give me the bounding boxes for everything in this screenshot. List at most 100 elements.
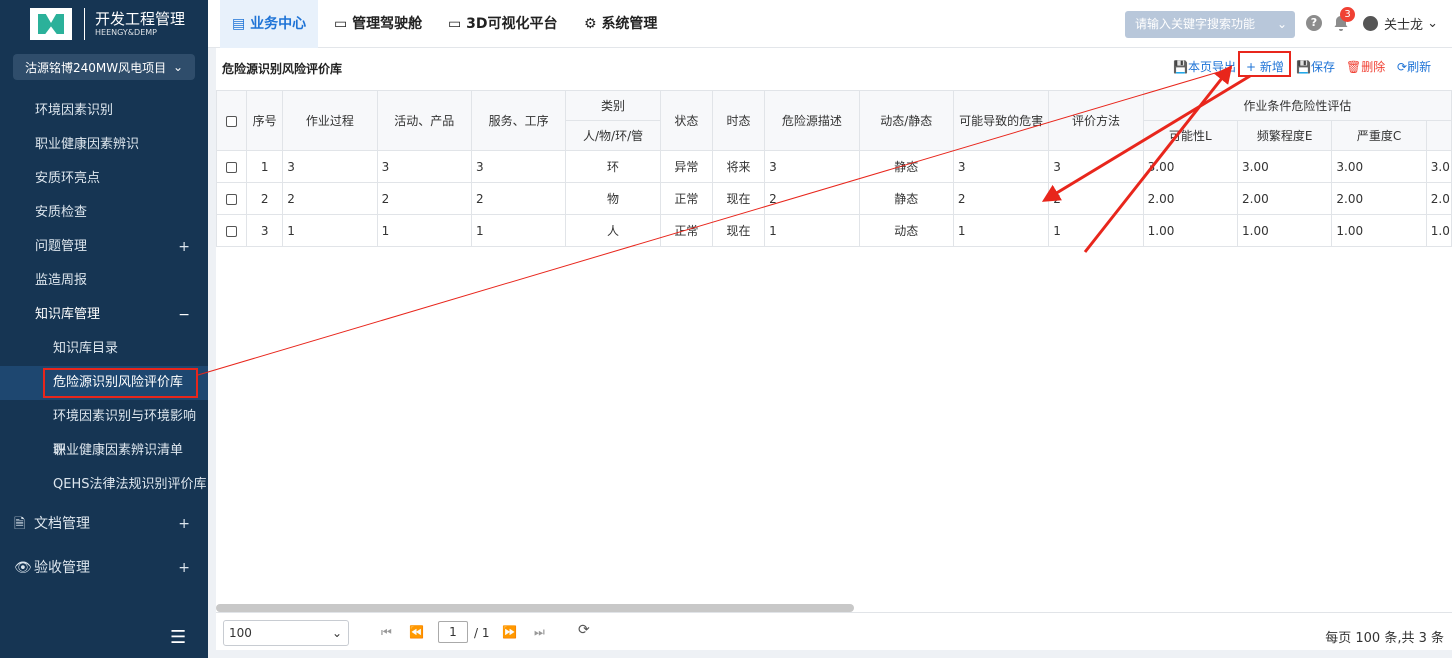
cell: 3 <box>1048 150 1144 183</box>
refresh-button[interactable]: ⟳刷新 <box>1397 58 1431 75</box>
tab-label: 系统管理 <box>601 16 658 32</box>
search-input[interactable]: 请输入关键字搜索功能 ⌄ <box>1125 11 1295 38</box>
col-header: 类别 <box>565 90 661 121</box>
tab-business-center[interactable]: ▤ 业务中心 <box>220 0 319 48</box>
cell: 将来 <box>711 150 766 183</box>
cell: 1.0 <box>1425 214 1452 247</box>
save-icon: 💾 <box>1296 60 1311 74</box>
col-header: 服务、工序 <box>470 90 567 151</box>
menu-collapse-icon[interactable]: ☰ <box>170 627 186 648</box>
sidebar-item-issues[interactable]: 问题管理 + <box>0 230 208 264</box>
cell: 3 <box>376 150 473 183</box>
row-checkbox[interactable] <box>226 193 238 205</box>
save-button[interactable]: 💾保存 <box>1296 58 1335 75</box>
save-label: 保存 <box>1310 60 1335 74</box>
sidebar-group-acceptance[interactable]: 👁 验收管理 + <box>0 546 208 590</box>
user-menu[interactable]: 关士龙 ⌄ <box>1363 14 1438 33</box>
table-row[interactable]: 3 1 1 1 人 正常 现在 1 动态 1 1 1.00 1.00 1.00 … <box>215 214 1452 247</box>
cell: 动态 <box>858 214 954 247</box>
export-label: 本页导出 <box>1187 60 1236 74</box>
project-selector[interactable]: 沽源铭博240MW风电项目 ⌄ <box>13 54 195 80</box>
sidebar-item-inspection[interactable]: 安质检查 <box>0 196 208 230</box>
page-size-select[interactable]: 100 ⌄ <box>223 620 349 646</box>
sidebar-item-kb-catalog[interactable]: 知识库目录 <box>0 332 208 366</box>
tab-3d-platform[interactable]: ▭ 3D可视化平台 <box>436 0 569 48</box>
sidebar-item-label: QEHS法律法规识别评价库 <box>53 477 207 492</box>
avatar-icon <box>1363 16 1378 31</box>
notification-badge: 3 <box>1340 7 1355 22</box>
sidebar-group-label: 文档管理 <box>34 516 90 532</box>
sidebar-item-env-factor[interactable]: 环境因素识别 <box>0 94 208 128</box>
refresh-label: 刷新 <box>1407 60 1432 74</box>
cell: 3 <box>764 150 860 183</box>
sidebar-item-qehs-law[interactable]: QEHS法律法规识别评价库 <box>0 468 208 502</box>
cell: 2 <box>470 182 567 215</box>
sidebar-item-label: 安质检查 <box>35 205 88 220</box>
cell: 2 <box>282 182 378 215</box>
next-page-icon[interactable]: ⏩ <box>502 625 517 639</box>
sidebar-item-label: 知识库目录 <box>53 341 119 356</box>
expand-icon: + <box>178 560 190 576</box>
logo-divider <box>84 8 85 40</box>
pagination: 100 ⌄ ⏮ ⏪ 1 / 1 ⏩ ⏭ ⟳ 每页 100 条,共 3 条 <box>216 612 1452 650</box>
row-checkbox[interactable] <box>226 161 238 173</box>
sidebar-item-label: 知识库管理 <box>35 307 101 322</box>
horizontal-scrollbar[interactable] <box>216 604 854 612</box>
sidebar-item-hazard-risk-library[interactable]: 危险源识别风险评价库 <box>0 366 208 400</box>
sidebar-item-env-impact[interactable]: 环境因素识别与环境影响评 <box>0 400 208 458</box>
cell: 2.00 <box>1142 182 1239 215</box>
search-placeholder: 请输入关键字搜索功能 <box>1135 17 1256 31</box>
cell: 静态 <box>858 182 954 215</box>
help-icon[interactable]: ? <box>1306 15 1322 31</box>
sidebar-item-label: 职业健康因素辨识 <box>35 137 140 152</box>
delete-button[interactable]: 🗑删除 <box>1346 58 1385 75</box>
app-logo[interactable]: 开发工程管理 HEENGY&DEMP <box>0 0 208 48</box>
col-header: 可能导致的危害 <box>952 90 1050 151</box>
add-button[interactable]: + 新增 <box>1246 58 1284 75</box>
eye-icon: 👁 <box>14 560 32 576</box>
document-icon: 🗎 <box>14 516 26 532</box>
sidebar-item-label: 安质环亮点 <box>35 171 101 186</box>
cell: 2 <box>764 182 860 215</box>
cell: 2 <box>952 182 1050 215</box>
tab-dashboard[interactable]: ▭ 管理驾驶舱 <box>322 0 434 48</box>
sidebar: 开发工程管理 HEENGY&DEMP 沽源铭博240MW风电项目 ⌄ 环境因素识… <box>0 0 208 658</box>
sidebar-item-label: 环境因素识别 <box>35 103 114 118</box>
sidebar-item-knowledge-base[interactable]: 知识库管理 − <box>0 298 208 332</box>
sidebar-item-occupational-health[interactable]: 职业健康因素辨识 <box>0 128 208 162</box>
cell: 异常 <box>659 150 713 183</box>
chevron-down-icon: ⌄ <box>172 60 183 74</box>
page-total: / 1 <box>474 626 490 640</box>
select-all-checkbox[interactable] <box>226 115 238 127</box>
export-icon: 💾 <box>1173 60 1188 74</box>
user-name: 关士龙 <box>1384 18 1424 33</box>
col-group-header: 作业条件危险性评估 <box>1142 90 1452 121</box>
reload-icon[interactable]: ⟳ <box>578 622 590 638</box>
export-button[interactable]: 💾本页导出 <box>1173 58 1236 75</box>
sidebar-item-weekly-report[interactable]: 监造周报 <box>0 264 208 298</box>
chevron-down-icon: ⌄ <box>1423 16 1439 31</box>
first-page-icon[interactable]: ⏮ <box>381 625 392 640</box>
cell: 正常 <box>659 182 713 215</box>
chevron-down-icon[interactable]: ⌄ <box>1277 11 1287 38</box>
prev-page-icon[interactable]: ⏪ <box>409 625 424 639</box>
row-checkbox[interactable] <box>226 225 238 237</box>
cell: 1.00 <box>1331 214 1427 247</box>
last-page-icon[interactable]: ⏭ <box>534 625 545 640</box>
cell: 环 <box>565 150 661 183</box>
tab-system-admin[interactable]: ⚙ 系统管理 <box>572 0 669 48</box>
cell: 正常 <box>659 214 713 247</box>
delete-label: 删除 <box>1361 60 1386 74</box>
sidebar-item-health-list[interactable]: 职业健康因素辨识清单 <box>0 434 208 468</box>
col-header: 人/物/环/管 <box>565 120 661 151</box>
page-number-input[interactable]: 1 <box>438 621 468 643</box>
table-row[interactable]: 2 2 2 2 物 正常 现在 2 静态 2 2 2.00 2.00 2.00 … <box>215 182 1452 215</box>
col-header: 作业过程 <box>282 90 378 151</box>
trash-icon: 🗑 <box>1346 60 1362 74</box>
table-row[interactable]: 1 3 3 3 环 异常 将来 3 静态 3 3 3.00 3.00 3.00 … <box>215 150 1452 183</box>
sidebar-item-highlights[interactable]: 安质环亮点 <box>0 162 208 196</box>
page-info: 每页 100 条,共 3 条 <box>1325 631 1444 646</box>
cell: 3.0 <box>1425 150 1452 183</box>
sidebar-group-documents[interactable]: 🗎 文档管理 + <box>0 502 208 546</box>
cell: 3.00 <box>1142 150 1239 183</box>
